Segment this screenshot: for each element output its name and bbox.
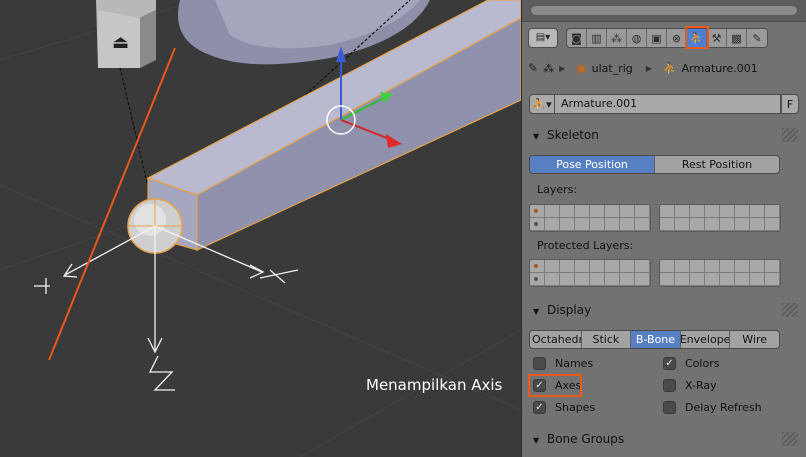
annotation-label: Menampilkan Axis [366,376,503,394]
bone-groups-panel-header[interactable]: ▼ Bone Groups [527,428,802,450]
protected-block-left[interactable] [529,259,651,287]
breadcrumb: ✎ ⁂ ▶ ▣ ulat_rig ▶ ⛹ Armature.001 [528,58,763,78]
wrench-icon: ✎ [752,32,762,45]
tab-object[interactable]: ▣ [647,28,667,47]
mode-stick[interactable]: Stick [581,331,632,348]
colors-label: Colors [685,357,720,370]
skeleton-title: Skeleton [546,128,599,142]
bone-groups-title: Bone Groups [546,432,625,446]
tab-render-layers[interactable]: ▥ [587,28,607,47]
object-cube-icon: ▣ [576,61,587,75]
checkbox-box: ✓ [533,357,546,370]
layer-block-left[interactable] [529,204,651,232]
layers-grid [529,204,781,232]
tab-scene[interactable]: ⁂ [607,28,627,47]
xray-label: X-Ray [685,379,717,392]
bone-icon: ⚒ [711,32,722,45]
collapse-triangle-icon: ▼ [533,436,540,445]
editor-type-icon: ▤▾ [535,32,551,43]
header-scrollbar[interactable] [530,5,798,16]
colors-checkbox[interactable]: ✓ Colors [663,357,719,370]
highlight-armature-tab [685,26,709,49]
tab-bone-constraints[interactable]: ✎ [747,28,767,47]
collapse-triangle-icon: ▼ [533,132,540,141]
mode-octahedral[interactable]: Octahedral [530,331,582,348]
chain-icon: ⊗ [671,32,682,45]
3d-viewport[interactable]: ⏏ Menampilkan Axis [0,0,521,457]
tab-material[interactable]: ▩ [727,28,747,47]
protected-layers-label: Protected Layers: [537,239,634,252]
checker-icon: ▩ [731,32,742,45]
display-panel-header[interactable]: ▼ Display [527,299,802,321]
protected-layers-grid [529,259,781,287]
datablock-selector: ⛹▾ Armature.001 F [529,94,799,114]
checkmark-icon: ✓ [663,357,676,370]
layers-icon: ▥ [591,32,602,45]
delay-refresh-checkbox[interactable]: ✓ Delay Refresh [663,401,762,414]
fake-user-button[interactable]: F [781,94,799,114]
tab-world[interactable]: ◍ [627,28,647,47]
lamp-icon: ⏏ [112,32,129,53]
properties-panel: ▤▾ ◙ ▥ ⁂ ◍ ▣ ⊗ ⛹ ⚒ ▩ ✎ ✎ ⁂ ▶ ▣ ulat_rig … [521,0,806,457]
context-tabs: ◙ ▥ ⁂ ◍ ▣ ⊗ ⛹ ⚒ ▩ ✎ [566,27,768,48]
protected-block-right[interactable] [659,259,781,287]
tab-bone[interactable]: ⚒ [707,28,727,47]
cube-icon: ▣ [651,32,662,45]
xray-checkbox[interactable]: ✓ X-Ray [663,379,717,392]
display-mode-selector: Octahedral Stick B-Bone Envelope Wire [529,330,780,349]
editor-type-button[interactable]: ▤▾ [528,27,558,48]
layers-label: Layers: [537,183,578,196]
drag-grip-icon[interactable] [782,432,798,446]
panel-header [522,0,806,22]
checkbox-box: ✓ [663,379,676,392]
names-label: Names [555,357,594,370]
pose-rest-toggle: Pose Position Rest Position [529,155,780,174]
collapse-triangle-icon: ▼ [533,307,540,316]
scene-small-icon: ⁂ [543,61,555,75]
world-icon: ◍ [631,32,642,45]
shapes-label: Shapes [555,401,596,414]
context-tabs-row: ▤▾ ◙ ▥ ⁂ ◍ ▣ ⊗ ⛹ ⚒ ▩ ✎ [528,27,768,48]
mode-wire[interactable]: Wire [730,331,779,348]
armature-icon: ⛹▾ [532,97,552,111]
layer-block-right[interactable] [659,204,781,232]
mode-bbone[interactable]: B-Bone [631,331,681,348]
highlight-axes-option [528,374,582,397]
datablock-name-input[interactable]: Armature.001 [555,94,781,114]
shapes-checkbox[interactable]: ✓ Shapes [533,401,595,414]
checkmark-icon: ✓ [533,401,546,414]
breadcrumb-arrow-icon: ▶ [559,63,566,73]
pin-icon[interactable]: ✎ [528,61,538,75]
display-title: Display [546,303,592,317]
rest-position-button[interactable]: Rest Position [655,156,779,173]
datablock-browse-button[interactable]: ⛹▾ [529,94,555,114]
breadcrumb-data: Armature.001 [681,61,758,75]
tab-render[interactable]: ◙ [567,28,587,47]
skeleton-panel-header[interactable]: ▼ Skeleton [527,124,802,146]
mode-envelope[interactable]: Envelope [680,331,731,348]
drag-grip-icon[interactable] [782,303,798,317]
scene-icon: ⁂ [611,32,622,45]
breadcrumb-arrow-icon: ▶ [645,63,652,73]
pose-position-button[interactable]: Pose Position [530,156,655,173]
names-checkbox[interactable]: ✓ Names [533,357,593,370]
armature-small-icon: ⛹ [662,61,677,75]
drag-grip-icon[interactable] [782,128,798,142]
delay-refresh-label: Delay Refresh [685,401,762,414]
checkbox-box: ✓ [663,401,676,414]
camera-icon: ◙ [571,32,582,45]
breadcrumb-object: ulat_rig [591,61,633,75]
tab-constraints[interactable]: ⊗ [667,28,687,47]
